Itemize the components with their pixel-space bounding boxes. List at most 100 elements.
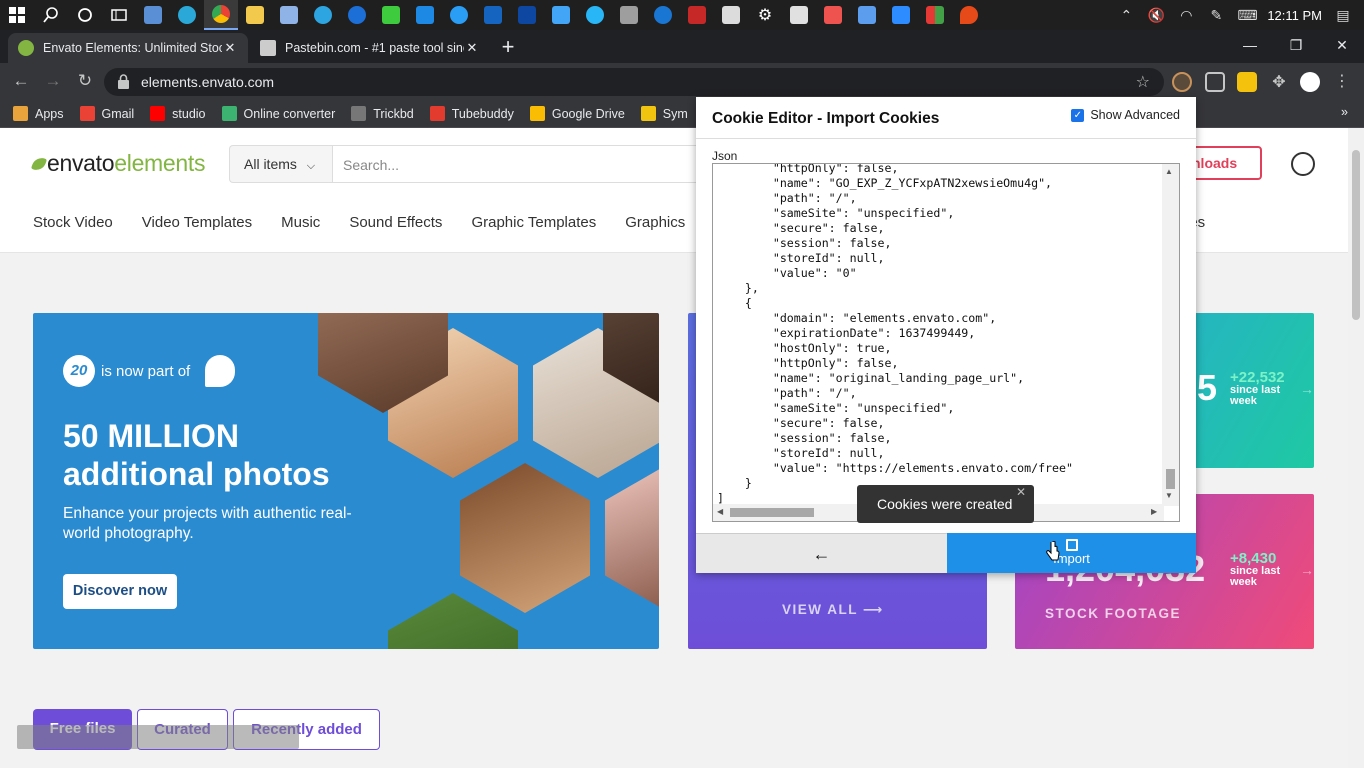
- user-avatar-icon[interactable]: [1291, 152, 1315, 176]
- scrollbar-thumb[interactable]: [730, 508, 814, 517]
- toast-close-icon[interactable]: ✕: [1016, 473, 1026, 511]
- app-icon[interactable]: [884, 0, 918, 30]
- chrome-icon[interactable]: [204, 0, 238, 30]
- tab-pastebin[interactable]: Pastebin.com - #1 paste tool sinc ✕: [250, 33, 490, 63]
- nav-video-templates[interactable]: Video Templates: [142, 214, 252, 231]
- app-icon[interactable]: [476, 0, 510, 30]
- scrollbar-thumb[interactable]: [1352, 150, 1360, 320]
- app-icon[interactable]: [816, 0, 850, 30]
- cortana-icon[interactable]: [68, 0, 102, 30]
- json-vertical-scrollbar[interactable]: ▲ ▼: [1162, 164, 1179, 506]
- apps-grid-icon: [13, 106, 28, 121]
- app-icon[interactable]: [340, 0, 374, 30]
- hero-part-of: is now part of: [101, 363, 191, 380]
- new-tab-button[interactable]: +: [498, 36, 518, 58]
- hero-subtext: Enhance your projects with authentic rea…: [63, 505, 352, 542]
- scroll-left-icon[interactable]: ◀: [717, 507, 723, 516]
- scrollbar-thumb[interactable]: [1166, 469, 1175, 489]
- scroll-down-icon[interactable]: ▼: [1165, 491, 1173, 500]
- app-icon[interactable]: [782, 0, 816, 30]
- envato-logo[interactable]: envatoelements: [30, 150, 206, 177]
- search-icon[interactable]: [34, 0, 68, 30]
- view-all-link[interactable]: VIEW ALL ⟶: [782, 602, 884, 618]
- app-icon[interactable]: [850, 0, 884, 30]
- nav-stock-video[interactable]: Stock Video: [33, 214, 113, 231]
- telegram-icon[interactable]: [306, 0, 340, 30]
- scroll-right-icon[interactable]: ▶: [1151, 507, 1157, 516]
- bookmark-studio[interactable]: studio: [150, 106, 206, 121]
- scroll-up-icon[interactable]: ▲: [1165, 167, 1173, 176]
- close-window-button[interactable]: ✕: [1319, 30, 1364, 60]
- all-items-dropdown[interactable]: All items ⌵: [229, 145, 333, 183]
- cookie-editor-extension-icon[interactable]: [1172, 72, 1192, 92]
- chevron-up-icon[interactable]: ⌃: [1117, 7, 1135, 24]
- close-tab-icon[interactable]: ✕: [222, 40, 238, 56]
- file-explorer-icon[interactable]: [238, 0, 272, 30]
- bookmark-gmail[interactable]: Gmail: [79, 106, 134, 121]
- back-button[interactable]: ←: [9, 69, 33, 93]
- envato-drop-icon: [205, 355, 235, 387]
- nav-music[interactable]: Music: [281, 214, 320, 231]
- settings-icon[interactable]: ⚙: [748, 0, 782, 30]
- nav-graphic-templates[interactable]: Graphic Templates: [471, 214, 596, 231]
- pen-icon[interactable]: ✎: [1207, 7, 1225, 24]
- volume-muted-icon[interactable]: 🔇: [1147, 7, 1165, 24]
- windows-icon[interactable]: [0, 0, 34, 30]
- hero-banner[interactable]: 20 is now part of 50 MILLION additional p…: [33, 313, 659, 649]
- bookmark-google-drive[interactable]: Google Drive: [529, 106, 625, 121]
- extension-icon[interactable]: [1237, 72, 1257, 92]
- photos-icon[interactable]: [136, 0, 170, 30]
- reload-button[interactable]: ↻: [73, 69, 97, 93]
- app-icon[interactable]: [952, 0, 986, 30]
- nav-sound-effects[interactable]: Sound Effects: [349, 214, 442, 231]
- nav-graphics[interactable]: Graphics: [625, 214, 685, 231]
- hero-photo: [460, 463, 590, 613]
- forward-button[interactable]: →: [41, 69, 65, 93]
- app-icon[interactable]: [918, 0, 952, 30]
- keyboard-icon[interactable]: ⌨: [1237, 7, 1257, 24]
- hero-photo: [605, 463, 659, 613]
- page-scrollbar[interactable]: [1348, 128, 1364, 768]
- edge-icon[interactable]: [170, 0, 204, 30]
- app-icon[interactable]: [578, 0, 612, 30]
- tab-envato[interactable]: Envato Elements: Unlimited Stock ✕: [8, 33, 248, 63]
- screenshot-extension-icon[interactable]: [1205, 72, 1225, 92]
- bookmark-trickbd[interactable]: Trickbd: [351, 106, 414, 121]
- wifi-icon[interactable]: ◠: [1177, 7, 1195, 24]
- bookmark-apps[interactable]: Apps: [13, 106, 64, 121]
- show-advanced-toggle[interactable]: ✓ Show Advanced: [1071, 108, 1180, 122]
- address-bar[interactable]: elements.envato.com ☆: [104, 68, 1164, 96]
- clock[interactable]: 12:11 PM: [1267, 8, 1322, 23]
- notifications-icon[interactable]: ▤: [1334, 7, 1352, 24]
- task-view-icon[interactable]: [102, 0, 136, 30]
- menu-kebab-icon[interactable]: ⋮: [1332, 72, 1352, 92]
- back-button[interactable]: ←: [696, 533, 947, 573]
- import-button[interactable]: Import: [947, 533, 1196, 573]
- bookmark-tubebuddy[interactable]: Tubebuddy: [429, 106, 514, 121]
- converter-icon: [221, 106, 237, 121]
- app-icon[interactable]: [374, 0, 408, 30]
- minimize-button[interactable]: —: [1227, 30, 1273, 60]
- bookmarks-overflow-icon[interactable]: »: [1341, 105, 1348, 119]
- extensions-puzzle-icon[interactable]: ✥: [1269, 72, 1289, 92]
- json-textarea[interactable]: "httpOnly": false, "name": "GO_EXP_Z_YCF…: [712, 163, 1180, 522]
- store-icon[interactable]: [714, 0, 748, 30]
- restore-button[interactable]: ❐: [1273, 30, 1319, 60]
- app-icon[interactable]: [442, 0, 476, 30]
- discover-now-button[interactable]: Discover now: [63, 574, 177, 609]
- bookmark-star-icon[interactable]: ☆: [1136, 72, 1150, 92]
- bookmark-online-converter[interactable]: Online converter: [221, 106, 335, 121]
- app-icon[interactable]: [680, 0, 714, 30]
- notepad-icon[interactable]: [272, 0, 306, 30]
- app-icon[interactable]: [544, 0, 578, 30]
- close-tab-icon[interactable]: ✕: [464, 40, 480, 56]
- app-icon[interactable]: [646, 0, 680, 30]
- checkbox-checked-icon[interactable]: ✓: [1071, 108, 1085, 122]
- bookmark-sym[interactable]: Sym: [640, 106, 688, 121]
- profile-avatar-icon[interactable]: [1300, 72, 1320, 92]
- mail-icon[interactable]: [408, 0, 442, 30]
- search-input[interactable]: Search...: [332, 145, 712, 183]
- app-icon[interactable]: [612, 0, 646, 30]
- app-icon[interactable]: [510, 0, 544, 30]
- stat-since: since last week: [1230, 384, 1281, 407]
